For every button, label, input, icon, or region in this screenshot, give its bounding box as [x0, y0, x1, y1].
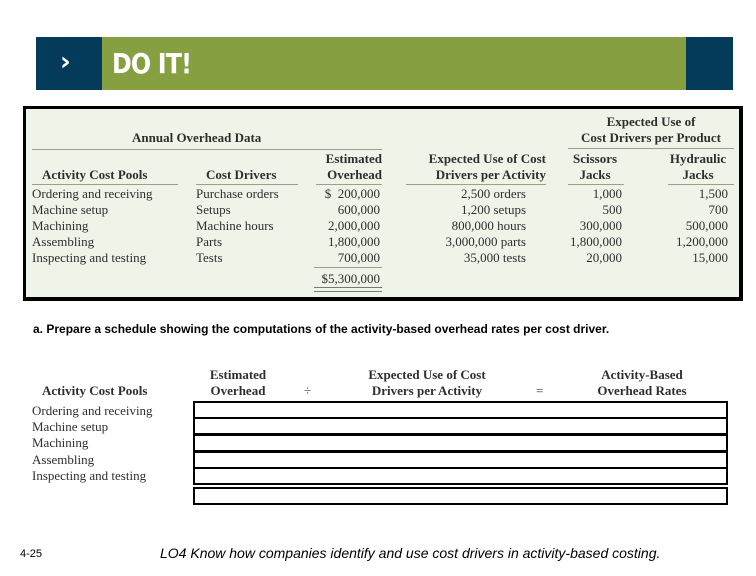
- header-estimated: Estimated: [325, 151, 382, 166]
- annual-overhead-data-table: Annual Overhead Data Expected Use of Cos…: [23, 106, 743, 301]
- sched-header-overhead: Overhead: [210, 383, 266, 398]
- question-prompt: a. Prepare a schedule showing the comput…: [33, 322, 610, 336]
- cell-driver: Machine hours: [196, 218, 274, 233]
- header-scissors-jacks: Jacks: [579, 167, 611, 182]
- cell-driver: Parts: [196, 234, 222, 249]
- cell-scissors: 1,000: [592, 186, 622, 201]
- sched-pool-label: Inspecting and testing: [32, 468, 147, 483]
- cell-overhead: 700,000: [337, 250, 380, 265]
- cell-pool: Assembling: [32, 234, 95, 249]
- cell-driver: Setups: [196, 202, 231, 217]
- cell-expected: 35,000 tests: [463, 250, 526, 265]
- header-expected-use-line1: Expected Use of Cost: [428, 151, 546, 166]
- sched-header-expected-line2: Drivers per Activity: [371, 383, 483, 398]
- answer-row-machining[interactable]: [193, 434, 728, 452]
- cell-overhead: 600,000: [337, 202, 380, 217]
- banner-title: DO IT!: [112, 47, 192, 80]
- cell-hydraulic: 1,200,000: [676, 234, 728, 249]
- sched-header-rate-line1: Activity-Based: [601, 367, 683, 382]
- cell-scissors: 500: [602, 202, 623, 217]
- cell-expected: 1,200 setups: [461, 202, 526, 217]
- cell-hydraulic: 15,000: [692, 250, 728, 265]
- cell-scissors: 300,000: [579, 218, 622, 233]
- answer-row-total[interactable]: [193, 487, 728, 505]
- cell-expected: 3,000,000 parts: [445, 234, 526, 249]
- group-header-expected-line2: Cost Drivers per Product: [581, 130, 721, 145]
- divide-sign: ÷: [304, 383, 312, 398]
- banner-left-block: ›: [36, 37, 102, 90]
- cell-overhead: 1,800,000: [328, 234, 380, 249]
- do-it-banner: › DO IT!: [36, 37, 733, 90]
- header-hydraulic-jacks: Jacks: [682, 167, 714, 182]
- cell-pool: Inspecting and testing: [32, 250, 147, 265]
- group-header-annual: Annual Overhead Data: [132, 130, 262, 145]
- cell-driver: Purchase orders: [196, 186, 279, 201]
- cell-pool: Machining: [32, 218, 89, 233]
- header-activity-cost-pools: Activity Cost Pools: [42, 167, 148, 182]
- learning-objective: LO4 Know how companies identify and use …: [160, 545, 661, 561]
- banner-right-block: [686, 37, 733, 90]
- sched-pool-label: Machining: [32, 435, 89, 450]
- sched-header-expected-line1: Expected Use of Cost: [368, 367, 486, 382]
- cell-expected: 2,500 orders: [461, 186, 526, 201]
- header-expected-use-line2: Drivers per Activity: [435, 167, 546, 182]
- cell-pool: Ordering and receiving: [32, 186, 153, 201]
- page-number: 4-25: [20, 548, 43, 560]
- cell-scissors: 20,000: [586, 250, 622, 265]
- sched-pool-label: Ordering and receiving: [32, 403, 153, 418]
- header-overhead: Overhead: [327, 167, 382, 182]
- answer-row-machine-setup[interactable]: [193, 417, 728, 435]
- cell-scissors: 1,800,000: [570, 234, 622, 249]
- total-overhead: $5,300,000: [321, 271, 381, 286]
- sched-header-pools: Activity Cost Pools: [42, 383, 148, 398]
- cell-hydraulic: 1,500: [698, 186, 728, 201]
- cell-expected: 800,000 hours: [451, 218, 526, 233]
- cell-hydraulic: 700: [708, 202, 729, 217]
- cell-overhead: $ 200,000: [324, 186, 380, 201]
- sched-header-rate-line2: Overhead Rates: [597, 383, 687, 398]
- chevron-right-icon: ›: [60, 47, 71, 77]
- cell-overhead: 2,000,000: [328, 218, 380, 233]
- sched-header-estimated: Estimated: [209, 367, 267, 382]
- sched-pool-label: Machine setup: [32, 419, 109, 434]
- answer-row-inspecting[interactable]: [193, 467, 728, 485]
- cell-hydraulic: 500,000: [685, 218, 728, 233]
- cell-driver: Tests: [196, 250, 223, 265]
- cell-pool: Machine setup: [32, 202, 109, 217]
- header-hydraulic: Hydraulic: [669, 151, 727, 166]
- header-scissors: Scissors: [572, 151, 618, 166]
- group-header-expected-line1: Expected Use of: [606, 114, 696, 129]
- sched-pool-label: Assembling: [32, 452, 95, 467]
- header-cost-drivers: Cost Drivers: [206, 167, 277, 182]
- equals-sign: =: [536, 383, 544, 398]
